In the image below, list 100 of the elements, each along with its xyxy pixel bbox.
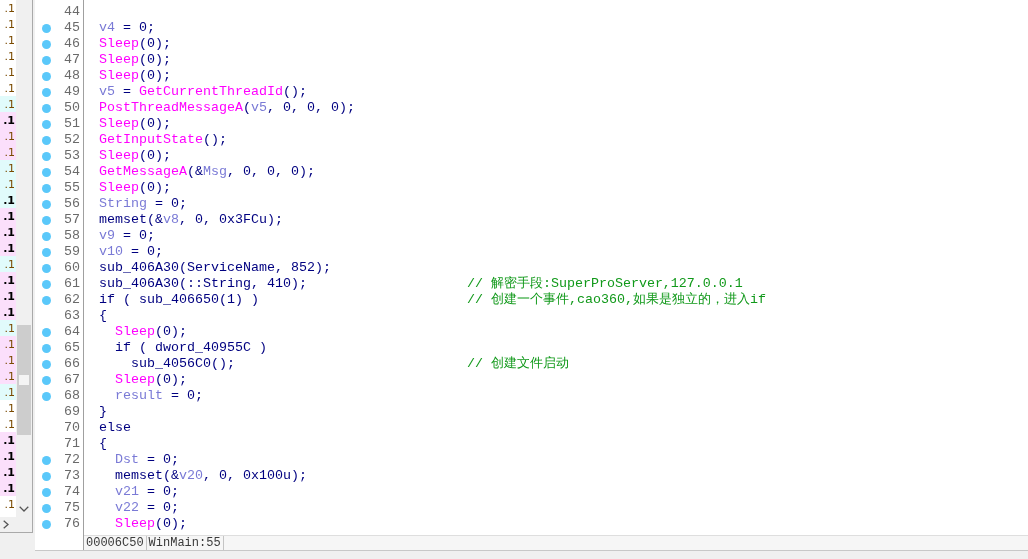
list-item[interactable]: .1 [0, 352, 16, 368]
code-line: if ( sub_406650(1) ) [99, 292, 259, 308]
location-text: WinMain:55 [146, 536, 224, 550]
marker-dot-icon[interactable] [42, 503, 51, 513]
line-number: 50 [64, 100, 81, 116]
marker-dot-icon[interactable] [42, 487, 51, 497]
list-item[interactable]: .1 [0, 320, 16, 336]
line-number: 66 [64, 356, 81, 372]
code-line: v5 = GetCurrentThreadId(); [99, 84, 307, 100]
list-item[interactable]: .1 [0, 432, 16, 448]
list-item[interactable]: .1 [0, 304, 16, 320]
code-line: GetMessageA(&Msg, 0, 0, 0); [99, 164, 315, 180]
list-item[interactable]: .1 [0, 480, 16, 496]
line-number: 75 [64, 500, 81, 516]
marker-dot-icon[interactable] [42, 263, 51, 273]
line-number: 73 [64, 468, 81, 484]
code-line: Sleep(0); [99, 116, 171, 132]
line-number: 72 [64, 452, 81, 468]
marker-dot-icon[interactable] [42, 215, 51, 225]
list-item[interactable]: .1 [0, 208, 16, 224]
code-line: GetInputState(); [99, 132, 227, 148]
code-line: v4 = 0; [99, 20, 155, 36]
code-line: if ( dword_40955C ) [115, 340, 267, 356]
list-item[interactable]: .1 [0, 192, 16, 208]
list-item[interactable]: .1 [0, 368, 16, 384]
list-item[interactable]: .1 [0, 336, 16, 352]
code-line: Sleep(0); [99, 68, 171, 84]
marker-dot-icon[interactable] [42, 55, 51, 65]
code-line: PostThreadMessageA(v5, 0, 0, 0); [99, 100, 355, 116]
scrollbar-thumb[interactable] [17, 325, 31, 435]
vertical-scrollbar[interactable] [16, 0, 32, 517]
code-line: result = 0; [115, 388, 203, 404]
marker-dot-icon[interactable] [42, 119, 51, 129]
list-item[interactable]: .1 [0, 464, 16, 480]
code-line: v21 = 0; [115, 484, 179, 500]
list-item[interactable]: .1 [0, 144, 16, 160]
line-number: 56 [64, 196, 81, 212]
marker-dot-icon[interactable] [42, 87, 51, 97]
marker-dot-icon[interactable] [42, 71, 51, 81]
marker-dot-icon[interactable] [42, 167, 51, 177]
list-item[interactable]: .1 [0, 128, 16, 144]
marker-dot-icon[interactable] [42, 39, 51, 49]
code-line: v22 = 0; [115, 500, 179, 516]
line-number: 70 [64, 420, 81, 436]
code-line: sub_406A30(ServiceName, 852); [99, 260, 331, 276]
code-line: Sleep(0); [115, 324, 187, 340]
marker-dot-icon[interactable] [42, 359, 51, 369]
list-item[interactable]: .1 [0, 176, 16, 192]
list-item[interactable]: .1 [0, 96, 16, 112]
list-item[interactable]: .1 [0, 384, 16, 400]
marker-dot-icon[interactable] [42, 247, 51, 257]
list-item[interactable]: .1 [0, 256, 16, 272]
marker-dot-icon[interactable] [42, 231, 51, 241]
horizontal-scrollbar[interactable] [0, 517, 32, 532]
list-item[interactable]: .1 [0, 224, 16, 240]
line-number: 74 [64, 484, 81, 500]
marker-dot-icon[interactable] [42, 343, 51, 353]
code-comment: // 创建一个事件,cao360,如果是独立的，进入if [466, 292, 766, 308]
marker-dot-icon[interactable] [42, 103, 51, 113]
code-line: } [99, 404, 107, 420]
chevron-down-icon[interactable] [19, 506, 29, 512]
marker-dot-icon[interactable] [42, 183, 51, 193]
code-line: Sleep(0); [99, 148, 171, 164]
line-number: 76 [64, 516, 81, 532]
line-number: 58 [64, 228, 81, 244]
marker-dot-icon[interactable] [42, 199, 51, 209]
marker-dot-icon[interactable] [42, 135, 51, 145]
line-number: 71 [64, 436, 81, 452]
list-item[interactable]: .1 [0, 240, 16, 256]
code-line: else [99, 420, 131, 436]
marker-dot-icon[interactable] [42, 295, 51, 305]
marker-dot-icon[interactable] [42, 471, 51, 481]
marker-dot-icon[interactable] [42, 375, 51, 385]
line-number: 44 [64, 4, 81, 20]
line-number: 68 [64, 388, 81, 404]
code-line: v10 = 0; [99, 244, 163, 260]
line-number: 60 [64, 260, 81, 276]
line-number: 67 [64, 372, 81, 388]
marker-dot-icon[interactable] [42, 151, 51, 161]
line-number: 45 [64, 20, 81, 36]
marker-dot-icon[interactable] [42, 519, 51, 529]
code-line: memset(&v20, 0, 0x100u); [115, 468, 307, 484]
marker-dot-icon[interactable] [42, 391, 51, 401]
marker-dot-icon[interactable] [42, 279, 51, 289]
line-number: 57 [64, 212, 81, 228]
chevron-right-icon[interactable] [3, 520, 9, 529]
marker-dot-icon[interactable] [42, 327, 51, 337]
list-item[interactable]: .1 [0, 448, 16, 464]
list-item[interactable]: .1 [0, 272, 16, 288]
code-line: { [99, 436, 107, 452]
code-line: sub_406A30(::String, 410); [99, 276, 307, 292]
code-line: Sleep(0); [99, 52, 171, 68]
list-item[interactable]: .1 [0, 160, 16, 176]
line-number: 52 [64, 132, 81, 148]
list-item[interactable]: .1 [0, 288, 16, 304]
line-number: 65 [64, 340, 81, 356]
marker-dot-icon[interactable] [42, 23, 51, 33]
line-number: 51 [64, 116, 81, 132]
marker-dot-icon[interactable] [42, 455, 51, 465]
list-item[interactable]: .1 [0, 112, 16, 128]
